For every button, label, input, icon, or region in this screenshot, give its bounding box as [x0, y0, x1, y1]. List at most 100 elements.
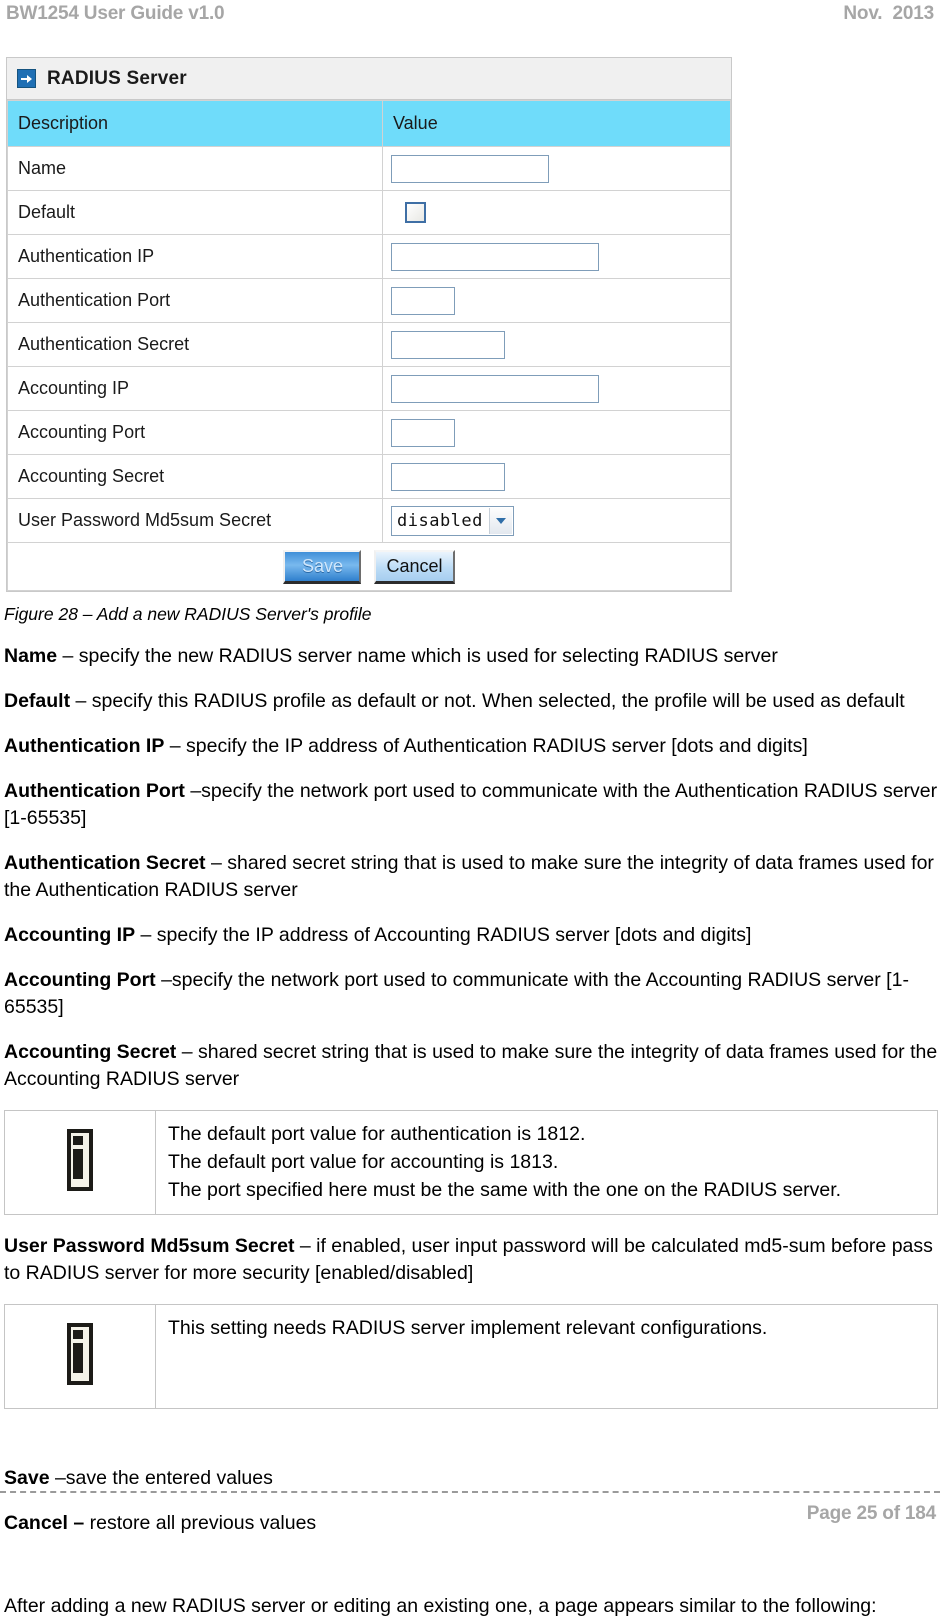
row-value-name — [382, 146, 731, 191]
table-header-row: Description Value — [7, 100, 731, 147]
table-row: Accounting Secret — [7, 454, 731, 499]
note-text-cell: This setting needs RADIUS server impleme… — [155, 1304, 938, 1409]
chevron-down-icon[interactable] — [488, 507, 512, 534]
note-row: This setting needs RADIUS server impleme… — [4, 1304, 938, 1409]
page-body: RADIUS Server Description Value Name Def… — [0, 30, 942, 1620]
row-value-accounting-port — [382, 410, 731, 455]
row-value-user-password-md5sum-secret: disabled — [382, 498, 731, 543]
table-row: Accounting IP — [7, 366, 731, 411]
note-row: The default port value for authenticatio… — [4, 1110, 938, 1215]
paragraph-authentication-ip: Authentication IP – specify the IP addre… — [4, 733, 938, 760]
row-label-name: Name — [7, 146, 383, 191]
note-icon-cell — [4, 1304, 156, 1409]
note-icon-cell — [4, 1110, 156, 1215]
table-row: Name — [7, 146, 731, 191]
accounting-port-input[interactable] — [391, 418, 455, 447]
term-default: Default — [4, 690, 71, 712]
row-value-accounting-secret — [382, 454, 731, 499]
note-line-1: This setting needs RADIUS server impleme… — [168, 1317, 768, 1339]
vertical-spacer — [0, 1537, 942, 1575]
text-authentication-ip: – specify the IP address of Authenticati… — [164, 735, 808, 757]
info-icon — [67, 1129, 93, 1191]
term-name: Name — [4, 645, 58, 667]
radius-settings-table: Description Value Name Default Authentic… — [7, 100, 731, 591]
paragraph-accounting-secret: Accounting Secret – shared secret string… — [4, 1039, 938, 1093]
column-header-value: Value — [382, 100, 731, 147]
table-row: Authentication Secret — [7, 322, 731, 367]
row-label-accounting-port: Accounting Port — [7, 410, 383, 455]
accounting-ip-input[interactable] — [391, 374, 599, 403]
table-row: Default — [7, 190, 731, 235]
row-label-authentication-secret: Authentication Secret — [7, 322, 383, 367]
paragraph-closing: After adding a new RADIUS server or edit… — [4, 1595, 877, 1617]
document-running-footer: Page 25 of 184 — [0, 1481, 942, 1541]
default-checkbox[interactable] — [405, 202, 426, 224]
md5sum-secret-select[interactable]: disabled — [391, 505, 514, 536]
figure-caption: Figure 28 – Add a new RADIUS Server's pr… — [4, 604, 372, 624]
paragraph-authentication-secret: Authentication Secret – shared secret st… — [4, 850, 938, 904]
row-value-authentication-ip — [382, 234, 731, 279]
table-row: Accounting Port — [7, 410, 731, 455]
text-name: – specify the new RADIUS server name whi… — [57, 645, 778, 667]
note-line-2: The default port value for accounting is… — [168, 1151, 559, 1173]
panel-title-text: RADIUS Server — [47, 67, 187, 89]
note-line-3: The port specified here must be the same… — [168, 1179, 842, 1201]
text-accounting-ip: – specify the IP address of Accounting R… — [135, 924, 752, 946]
row-label-default: Default — [7, 190, 383, 235]
row-label-authentication-port: Authentication Port — [7, 278, 383, 323]
term-accounting-port: Accounting Port — [4, 969, 156, 991]
table-row: Authentication Port — [7, 278, 731, 323]
vertical-spacer — [0, 1409, 942, 1447]
term-authentication-port: Authentication Port — [4, 780, 185, 802]
table-row: Authentication IP — [7, 234, 731, 279]
info-icon-dot — [73, 1330, 83, 1339]
term-accounting-ip: Accounting IP — [4, 924, 136, 946]
row-value-accounting-ip — [382, 366, 731, 411]
term-authentication-secret: Authentication Secret — [4, 852, 206, 874]
accounting-secret-input[interactable] — [391, 462, 505, 491]
row-label-accounting-ip: Accounting IP — [7, 366, 383, 411]
form-buttons-row: Save Cancel — [7, 542, 731, 591]
term-accounting-secret: Accounting Secret — [4, 1041, 177, 1063]
paragraph-name: Name – specify the new RADIUS server nam… — [4, 643, 938, 670]
document-running-header: BW1254 User Guide v1.0 Nov. 2013 — [0, 0, 942, 30]
info-icon-dot — [73, 1136, 83, 1145]
header-guide-title: BW1254 User Guide v1.0 — [6, 3, 225, 24]
term-user-password-md5sum-secret: User Password Md5sum Secret — [4, 1235, 295, 1257]
text-default: – specify this RADIUS profile as default… — [70, 690, 905, 712]
row-value-authentication-secret — [382, 322, 731, 367]
note-box-radius-config: This setting needs RADIUS server impleme… — [4, 1304, 938, 1409]
name-input[interactable] — [391, 154, 549, 183]
save-button[interactable]: Save — [283, 549, 362, 584]
note-text-cell: The default port value for authenticatio… — [155, 1110, 938, 1215]
paragraph-user-password-md5sum-secret: User Password Md5sum Secret – if enabled… — [4, 1233, 938, 1287]
form-buttons-cell: Save Cancel — [7, 542, 731, 591]
paragraph-accounting-ip: Accounting IP – specify the IP address o… — [4, 922, 938, 949]
term-authentication-ip: Authentication IP — [4, 735, 165, 757]
row-value-authentication-port — [382, 278, 731, 323]
column-header-description: Description — [7, 100, 383, 147]
table-row: User Password Md5sum Secret disabled — [7, 498, 731, 543]
paragraph-accounting-port: Accounting Port –specify the network por… — [4, 967, 938, 1021]
paragraph-default: Default – specify this RADIUS profile as… — [4, 688, 938, 715]
page-number: Page 25 of 184 — [806, 1503, 936, 1524]
row-label-user-password-md5sum-secret: User Password Md5sum Secret — [7, 498, 383, 543]
paragraph-authentication-port: Authentication Port –specify the network… — [4, 778, 938, 832]
row-label-authentication-ip: Authentication IP — [7, 234, 383, 279]
footer-divider — [0, 1491, 940, 1493]
authentication-port-input[interactable] — [391, 286, 455, 315]
authentication-secret-input[interactable] — [391, 330, 505, 359]
info-icon-stem — [73, 1149, 83, 1179]
note-box-ports: The default port value for authenticatio… — [4, 1110, 938, 1215]
row-value-default — [382, 190, 731, 235]
arrow-right-icon — [17, 69, 36, 88]
radius-server-figure: RADIUS Server Description Value Name Def… — [6, 57, 732, 592]
info-icon-stem — [73, 1343, 83, 1373]
md5sum-secret-selected-value: disabled — [397, 510, 483, 531]
panel-title-bar: RADIUS Server — [7, 58, 731, 100]
cancel-button[interactable]: Cancel — [374, 549, 455, 584]
info-icon — [67, 1323, 93, 1385]
row-label-accounting-secret: Accounting Secret — [7, 454, 383, 499]
authentication-ip-input[interactable] — [391, 242, 599, 271]
note-line-1: The default port value for authenticatio… — [168, 1123, 586, 1145]
